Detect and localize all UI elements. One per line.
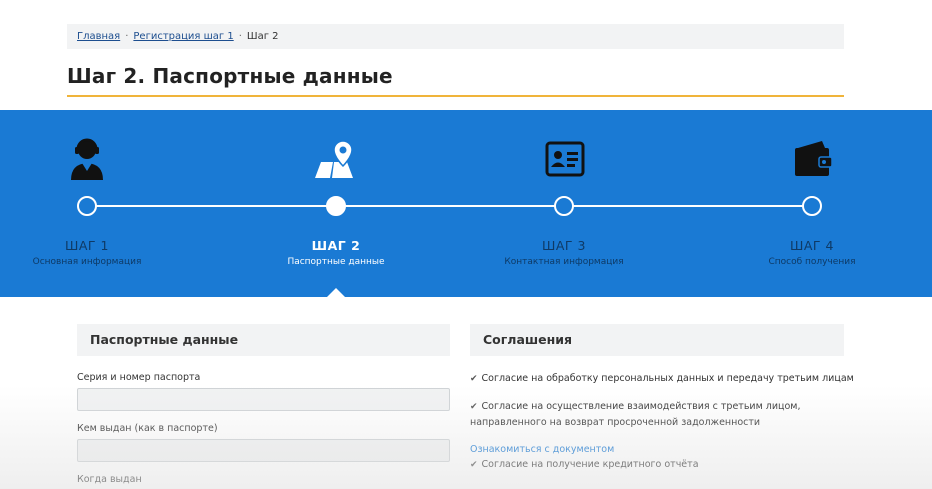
consent-personal-data-text: Согласие на обработку персональных данны… bbox=[481, 373, 854, 384]
checkbox-checked-icon[interactable]: ✔ bbox=[470, 400, 478, 415]
step-2-label: Паспортные данные bbox=[287, 257, 385, 267]
step-2-number: ШАГ 2 bbox=[311, 238, 361, 253]
breadcrumb-separator: · bbox=[125, 31, 129, 42]
issued-by-label: Кем выдан (как в паспорте) bbox=[77, 423, 218, 434]
passport-series-input[interactable] bbox=[77, 388, 450, 411]
id-card-icon bbox=[544, 138, 585, 180]
step-3-label: Контактная информация bbox=[504, 257, 624, 267]
issued-by-input[interactable] bbox=[77, 439, 450, 462]
agreements-section-heading: Соглашения bbox=[470, 324, 844, 356]
step-4-label: Способ получения bbox=[768, 257, 856, 267]
step-2-indicator bbox=[326, 196, 346, 216]
breadcrumb-current: Шаг 2 bbox=[246, 31, 279, 42]
passport-series-label: Серия и номер паспорта bbox=[77, 372, 201, 383]
step-4-indicator bbox=[802, 196, 822, 216]
consent-third-party-text-line2: направленного на возврат просроченной за… bbox=[470, 417, 761, 428]
breadcrumb-step1-link[interactable]: Регистрация шаг 1 bbox=[133, 31, 233, 42]
step-3-indicator bbox=[554, 196, 574, 216]
step-1-indicator bbox=[77, 196, 97, 216]
step-3-number: ШАГ 3 bbox=[542, 238, 586, 253]
step-1-number: ШАГ 1 bbox=[65, 238, 109, 253]
checkbox-checked-icon[interactable]: ✔ bbox=[470, 458, 478, 473]
breadcrumb: Главная · Регистрация шаг 1 · Шаг 2 bbox=[67, 24, 844, 49]
breadcrumb-separator: · bbox=[238, 31, 242, 42]
user-operator-icon bbox=[67, 138, 107, 180]
wallet-icon bbox=[792, 138, 833, 180]
consent-credit-report-text: Согласие на получение кредитного отчёта bbox=[481, 459, 699, 470]
title-underline bbox=[67, 95, 844, 97]
passport-section-heading: Паспортные данные bbox=[77, 324, 450, 356]
consent-third-party-text-line1: Согласие на осуществление взаимодействия… bbox=[481, 401, 801, 412]
map-pin-icon bbox=[313, 138, 353, 180]
page-title: Шаг 2. Паспортные данные bbox=[67, 64, 393, 88]
consent-third-party[interactable]: ✔ Согласие на осуществление взаимодействи… bbox=[470, 399, 801, 430]
active-step-pointer bbox=[326, 288, 346, 298]
view-document-link[interactable]: Ознакомиться с документом bbox=[470, 444, 614, 455]
issued-when-label: Когда выдан bbox=[77, 474, 142, 485]
step-1-label: Основная информация bbox=[32, 257, 142, 267]
step-track-line bbox=[87, 205, 814, 207]
consent-personal-data[interactable]: ✔ Согласие на обработку персональных данн… bbox=[470, 371, 854, 387]
consent-credit-report[interactable]: ✔ Согласие на получение кредитного отчёта bbox=[470, 457, 699, 473]
step-progress-bar: ШАГ 1 Основная информация ШАГ 2 Паспортн… bbox=[0, 110, 932, 297]
breadcrumb-home-link[interactable]: Главная bbox=[77, 31, 120, 42]
checkbox-checked-icon[interactable]: ✔ bbox=[470, 372, 478, 387]
step-4-number: ШАГ 4 bbox=[790, 238, 834, 253]
